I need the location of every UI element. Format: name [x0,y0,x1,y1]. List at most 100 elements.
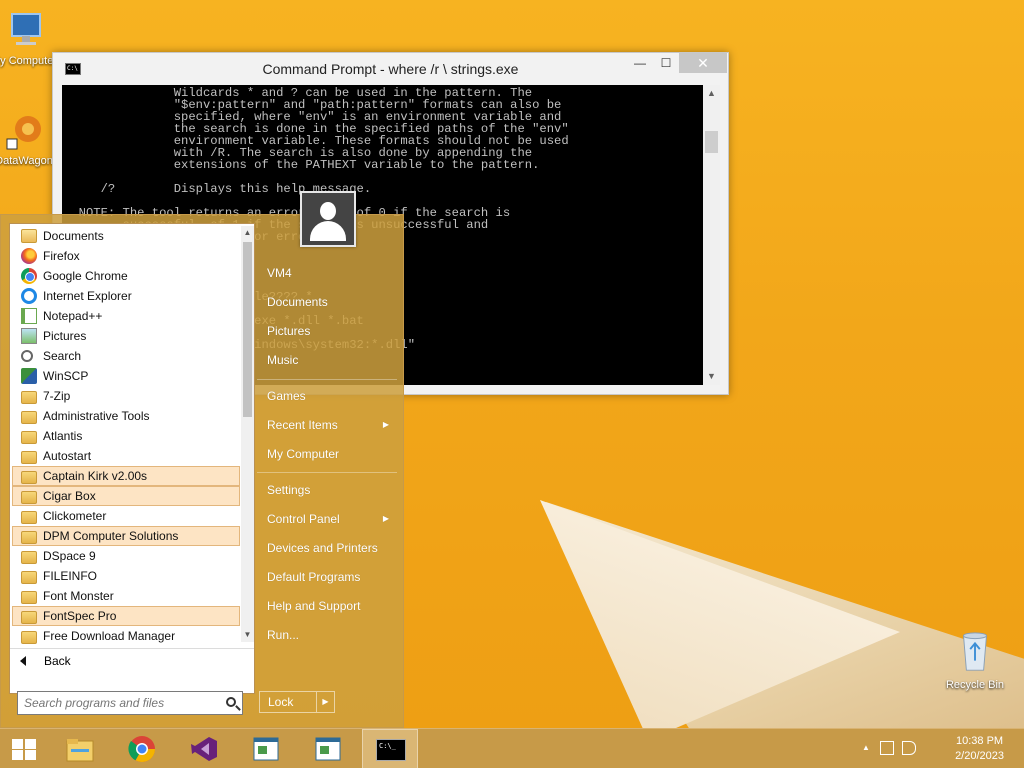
program-item[interactable]: Internet Explorer [12,286,240,306]
program-label: DSpace 9 [43,549,96,563]
run-link[interactable]: Run... [257,622,399,648]
program-item[interactable]: Autostart [12,446,240,466]
avatar-head [320,202,336,220]
taskbar-app-window-2[interactable] [300,729,356,768]
pictures-link[interactable]: Pictures [257,318,399,344]
documents-link[interactable]: Documents [257,289,399,315]
program-item[interactable]: Clickometer [12,506,240,526]
program-item[interactable]: Captain Kirk v2.00s [12,466,240,486]
clock-time: 10:38 PM [955,735,1004,747]
computer-icon [11,13,41,45]
scroll-up-arrow-icon[interactable]: ▲ [241,226,254,240]
program-item[interactable]: Free Download Manager [12,626,240,646]
program-item[interactable]: Firefox [12,246,240,266]
recent-items-link[interactable]: Recent Items ▶ [257,412,399,438]
firefox-icon [21,248,37,264]
show-hidden-icons-icon[interactable]: ▲ [862,743,870,752]
program-item[interactable]: FILEINFO [12,566,240,586]
minimize-button[interactable]: — [627,53,653,73]
program-item[interactable]: 7-Zip [12,386,240,406]
help-support-link[interactable]: Help and Support [257,593,399,619]
program-item[interactable]: WinSCP [12,366,240,386]
close-button[interactable]: ✕ [679,53,727,73]
program-list-scrollbar[interactable]: ▲ ▼ [241,226,254,642]
program-label: FontSpec Pro [43,609,117,623]
notepad-icon [21,308,37,324]
program-item[interactable]: Google Chrome [12,266,240,286]
program-item[interactable]: Pictures [12,326,240,346]
recent-items-label: Recent Items [267,418,338,432]
taskbar-file-explorer[interactable] [52,729,108,768]
program-label: Cigar Box [43,489,96,503]
folder-icon [21,610,37,624]
desktop-icon-recycle-bin[interactable]: Recycle Bin [937,630,1013,691]
program-label: Pictures [43,329,87,343]
window-app-icon [315,737,341,761]
folder-icon [21,490,37,504]
program-item[interactable]: Cigar Box [12,486,240,506]
scroll-down-arrow-icon[interactable]: ▼ [241,628,254,642]
program-label: Internet Explorer [43,289,132,303]
devices-printers-link[interactable]: Devices and Printers [257,535,399,561]
console-scrollbar[interactable]: ▲ ▼ [703,85,720,385]
folder-icon [21,510,37,524]
user-avatar[interactable] [300,191,356,247]
taskbar-visual-studio[interactable] [176,729,232,768]
settings-link[interactable]: Settings [257,477,399,503]
program-label: Free Download Manager [43,629,176,643]
chrome-icon [21,268,37,284]
program-item[interactable]: Administrative Tools [12,406,240,426]
recycle-bin-icon [963,632,987,671]
search-icon [21,350,33,362]
back-button[interactable]: Back [10,648,254,672]
scroll-down-arrow-icon[interactable]: ▼ [703,368,720,385]
taskbar-chrome[interactable] [114,729,170,768]
program-item[interactable]: Font Monster [12,586,240,606]
search-box[interactable] [17,691,243,715]
program-item[interactable]: DPM Computer Solutions [12,526,240,546]
documents-icon [21,229,37,243]
power-options-arrow-icon[interactable]: ▶ [317,691,335,713]
user-folder-link[interactable]: VM4 [257,260,399,286]
search-input[interactable] [18,692,214,714]
program-item[interactable]: FontSpec Pro [12,606,240,626]
maximize-button[interactable]: ☐ [653,53,679,73]
window-titlebar[interactable]: C:\ Command Prompt - where /r \ strings.… [53,53,728,83]
program-label: Google Chrome [43,269,128,283]
network-icon[interactable] [880,741,894,755]
program-label: Clickometer [43,509,107,523]
folder-icon [21,410,37,424]
program-item[interactable]: Atlantis [12,426,240,446]
control-panel-link[interactable]: Control Panel ▶ [257,506,399,532]
taskbar-app-window-1[interactable] [238,729,294,768]
default-programs-link[interactable]: Default Programs [257,564,399,590]
music-link[interactable]: Music [257,347,399,373]
folder-icon [21,630,37,644]
volume-icon[interactable] [902,741,916,755]
pictures-icon [21,328,37,344]
program-list: Documents Firefox Google Chrome Internet Ex… [12,226,240,646]
folder-icon [21,530,37,544]
folder-icon [21,590,37,604]
program-label: Font Monster [43,589,114,603]
program-item[interactable]: Notepad++ [12,306,240,326]
scroll-thumb[interactable] [705,131,718,153]
scroll-thumb[interactable] [243,242,252,417]
my-computer-link[interactable]: My Computer [257,441,399,467]
taskbar-command-prompt[interactable]: C:\_ [362,729,418,768]
games-link[interactable]: Games [257,383,399,409]
system-tray: ▲ 10:38 PM 2/20/2023 [854,729,1024,768]
program-label: DPM Computer Solutions [43,529,179,543]
lock-button[interactable]: Lock [259,691,317,713]
scroll-up-arrow-icon[interactable]: ▲ [703,85,720,102]
windows-logo-icon [12,739,36,760]
window-app-icon [253,737,279,761]
program-item[interactable]: Search [12,346,240,366]
program-item[interactable]: DSpace 9 [12,546,240,566]
program-item[interactable]: Documents [12,226,240,246]
avatar-body [310,221,346,241]
search-icon[interactable] [226,697,236,707]
start-button[interactable] [0,729,48,768]
separator [257,379,397,380]
clock[interactable]: 10:38 PM 2/20/2023 [955,734,1004,764]
